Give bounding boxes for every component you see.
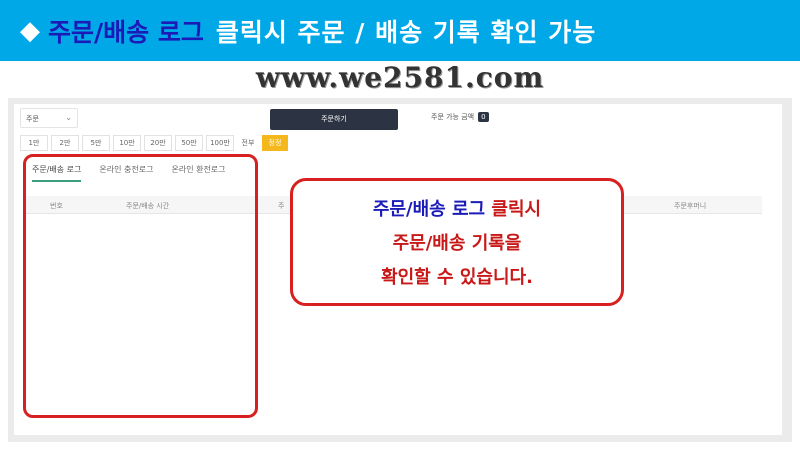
amount-button-100[interactable]: 100만 bbox=[206, 135, 234, 151]
amount-button-2[interactable]: 2만 bbox=[51, 135, 79, 151]
amount-button-50[interactable]: 50만 bbox=[175, 135, 203, 151]
callout-highlight: 주문/배송 로그 bbox=[372, 199, 486, 220]
col-partial: 주 bbox=[278, 202, 285, 210]
amount-buttons: 1만 2만 5만 10만 20만 50만 100만 전부 정정 bbox=[20, 135, 288, 151]
callout-click: 클릭시 bbox=[491, 199, 542, 220]
col-money: 주문후머니 bbox=[674, 202, 707, 210]
available-label: 주문 가능 금액 bbox=[431, 113, 475, 121]
callout-box: 주문/배송 로그 클릭시 주문/배송 기록을 확인할 수 있습니다. bbox=[290, 178, 624, 306]
available-amount: 주문 가능 금액 0 bbox=[431, 112, 489, 122]
amount-button-5[interactable]: 5만 bbox=[82, 135, 110, 151]
amount-button-20[interactable]: 20만 bbox=[144, 135, 172, 151]
reset-button[interactable]: 정정 bbox=[262, 135, 288, 151]
banner-highlight: 주문/배송 로그 bbox=[48, 17, 204, 47]
order-type-select[interactable]: 주문 ⌄ bbox=[20, 108, 78, 128]
chevron-down-icon: ⌄ bbox=[65, 113, 72, 122]
select-value: 주문 bbox=[26, 115, 39, 123]
diamond-icon: ◆ bbox=[20, 15, 40, 46]
site-domain: www.we2581.com bbox=[255, 61, 545, 94]
callout-line-2: 주문/배송 기록을 bbox=[392, 233, 522, 254]
highlight-outline bbox=[23, 154, 258, 418]
callout-line-1: 주문/배송 로그 클릭시 bbox=[293, 193, 621, 227]
amount-all-button[interactable]: 전부 bbox=[237, 135, 259, 151]
order-button[interactable]: 주문하기 bbox=[270, 109, 398, 130]
callout-line-3: 확인할 수 있습니다. bbox=[381, 267, 533, 288]
amount-button-10[interactable]: 10만 bbox=[113, 135, 141, 151]
amount-button-1[interactable]: 1만 bbox=[20, 135, 48, 151]
top-banner: ◆ 주문/배송 로그 클릭시 주문 / 배송 기록 확인 가능 bbox=[0, 0, 800, 61]
banner-text: 클릭시 주문 / 배송 기록 확인 가능 bbox=[215, 17, 597, 47]
available-value-badge: 0 bbox=[478, 112, 489, 122]
